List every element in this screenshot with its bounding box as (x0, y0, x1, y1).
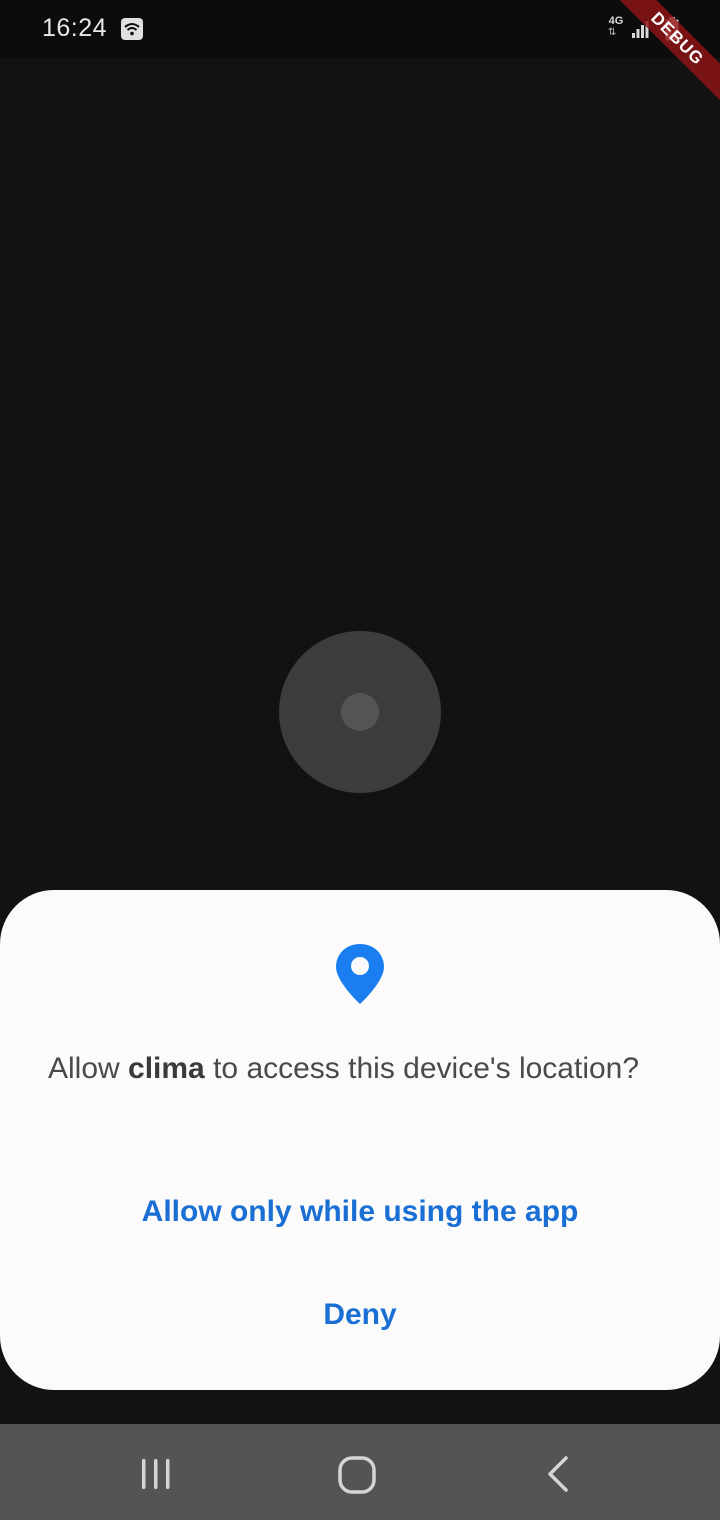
allow-while-using-button[interactable]: Allow only while using the app (0, 1177, 720, 1247)
status-bar: 16:24 4G ⇅ DEBUG (0, 0, 720, 116)
navigation-bar (0, 1424, 720, 1520)
permission-message: Allow clima to access this device's loca… (48, 1050, 678, 1088)
back-icon[interactable] (542, 1456, 574, 1492)
home-icon[interactable] (337, 1455, 377, 1495)
network-type-label: 4G (608, 15, 624, 27)
loading-spinner-icon (279, 631, 441, 793)
wifi-icon (121, 18, 143, 40)
location-permission-dialog: Allow clima to access this device's loca… (0, 890, 720, 1390)
app-name: clima (128, 1052, 205, 1085)
deny-button[interactable]: Deny (0, 1280, 720, 1350)
recents-icon[interactable] (136, 1458, 176, 1490)
location-pin-icon (336, 944, 384, 1004)
data-activity-icon: ⇅ (608, 27, 617, 38)
status-time: 16:24 (42, 14, 108, 42)
message-suffix: to access this device's location? (204, 1052, 640, 1085)
spinner-center-dot (341, 693, 379, 731)
app-screen: 16:24 4G ⇅ DEBUG Allow clima to access t… (0, 0, 720, 1520)
message-prefix: Allow (48, 1052, 129, 1085)
